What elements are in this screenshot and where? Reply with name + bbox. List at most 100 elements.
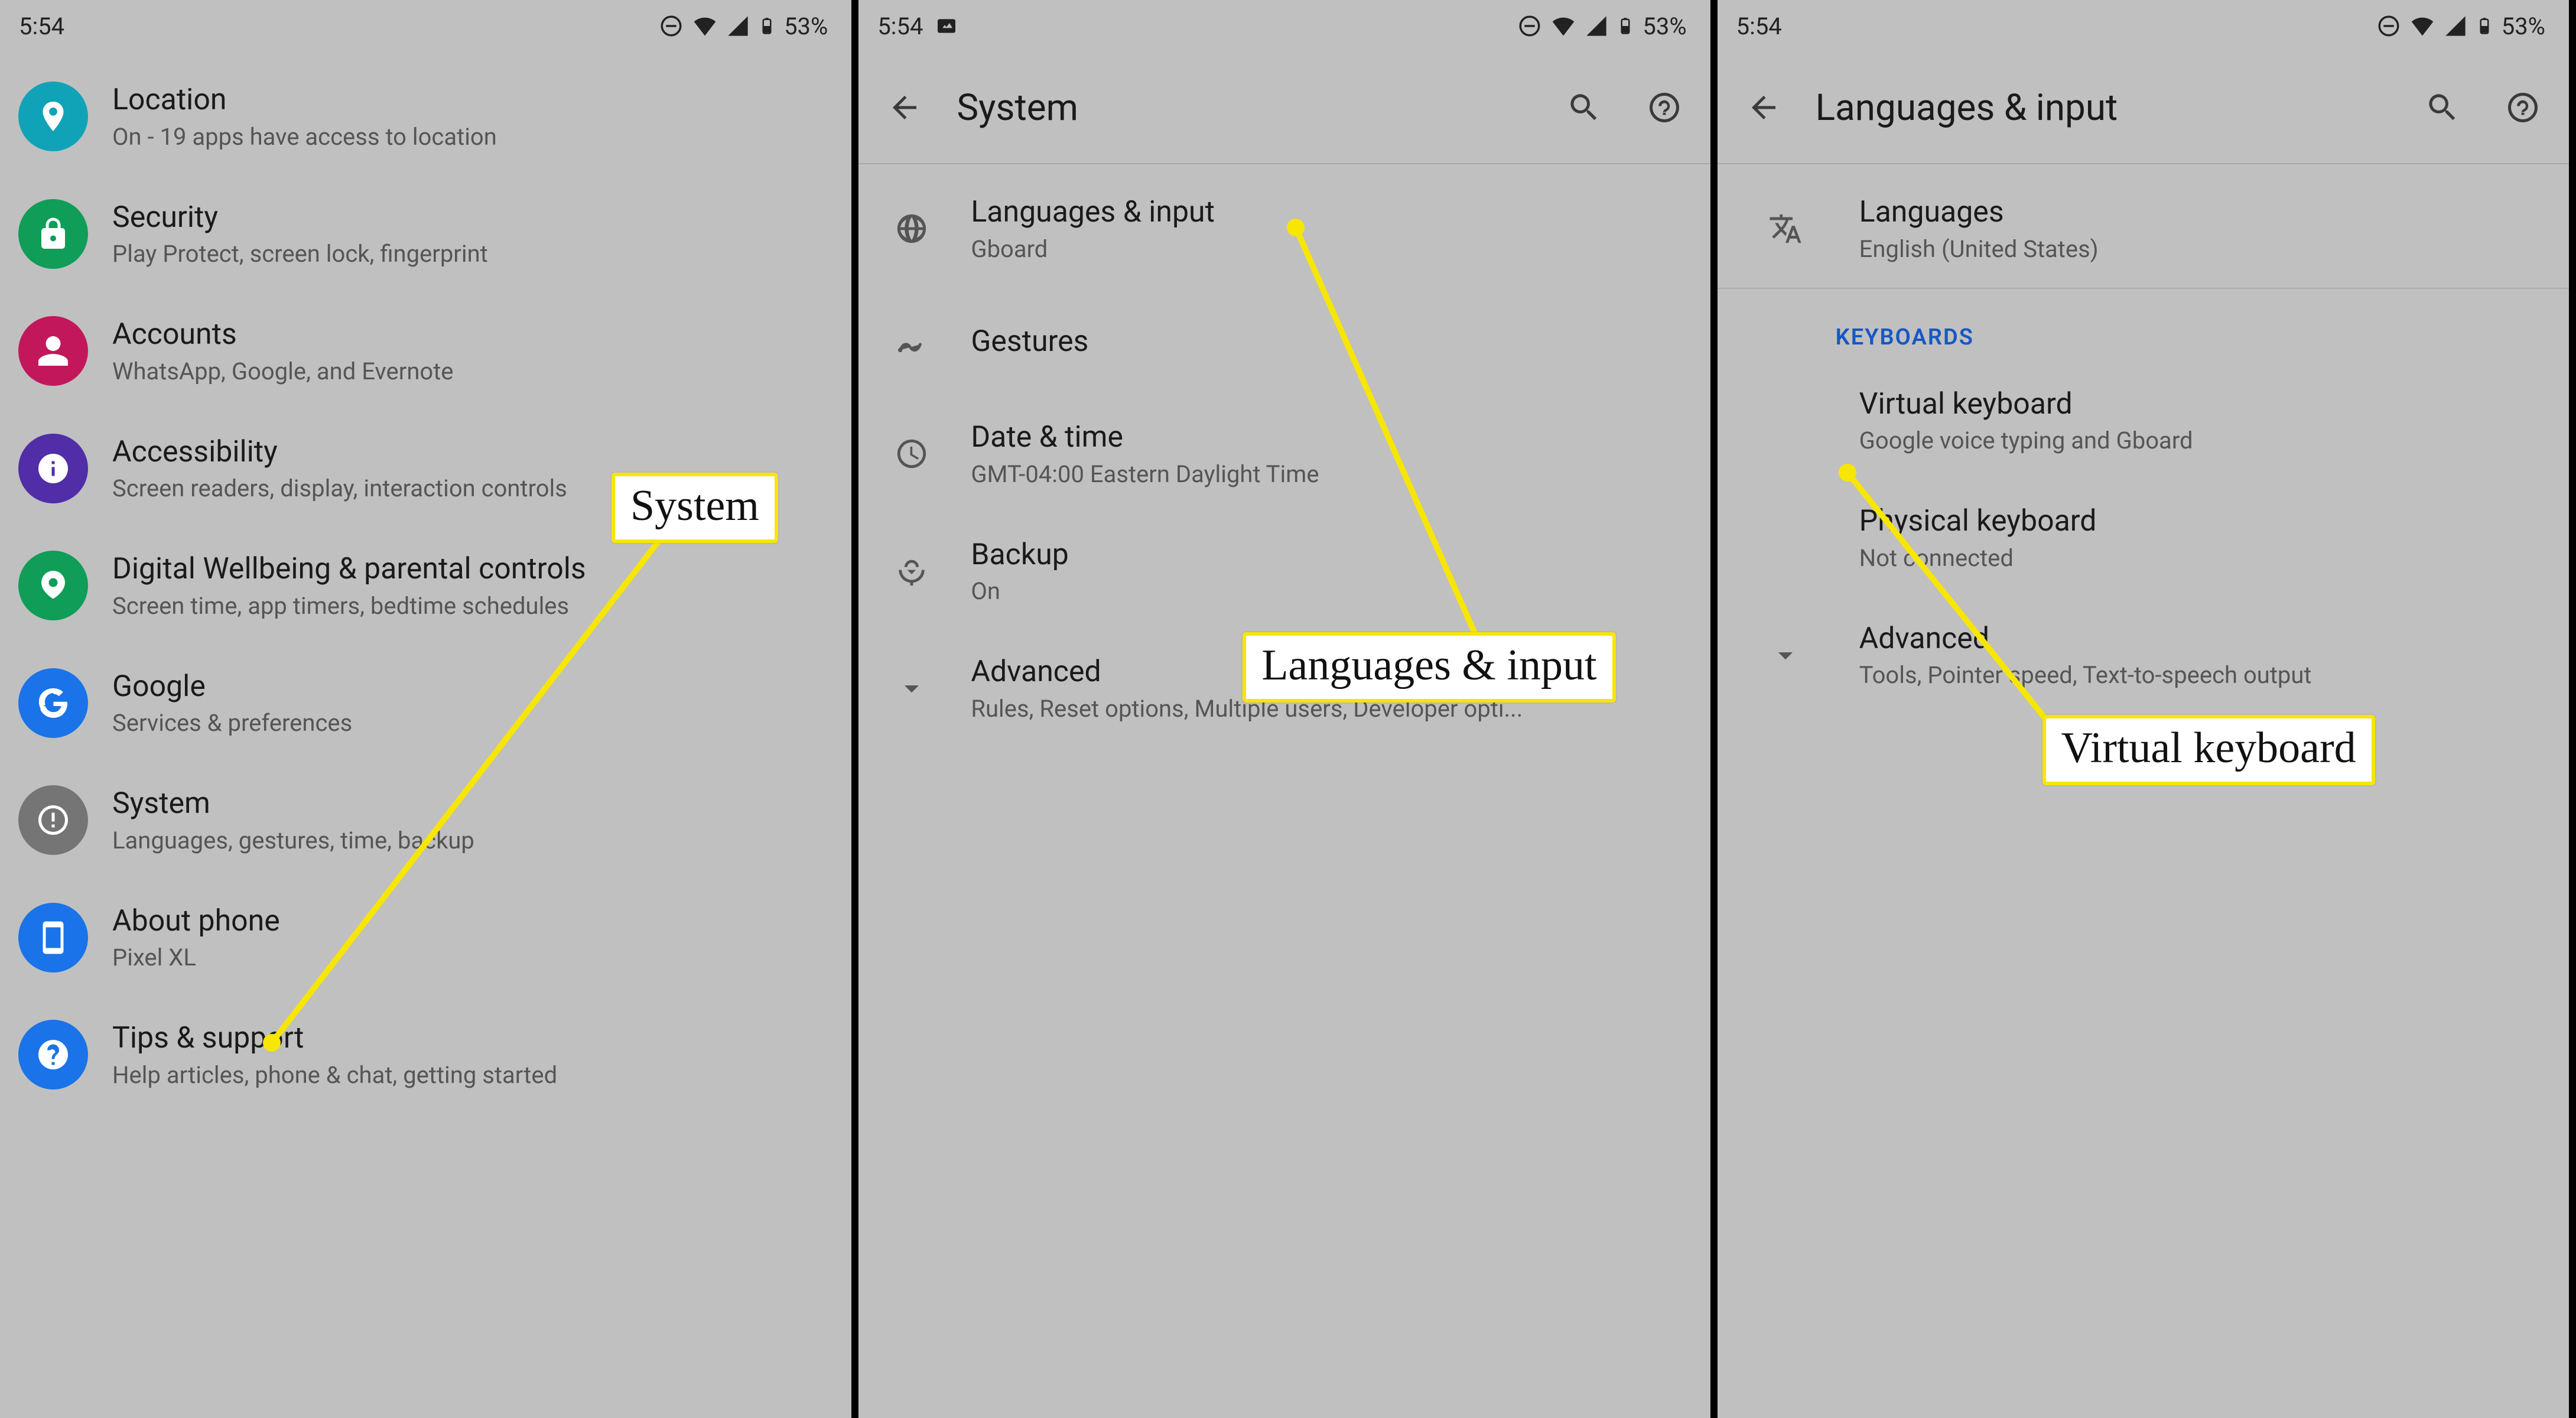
row-icon bbox=[18, 1020, 89, 1089]
battery-icon bbox=[758, 13, 776, 39]
dnd-icon bbox=[2376, 14, 2401, 38]
list-item[interactable]: Security Play Protect, screen lock, fing… bbox=[0, 175, 851, 293]
item-subtitle: On - 19 apps have access to location bbox=[112, 122, 497, 152]
item-title: Date & time bbox=[971, 419, 1319, 456]
item-title: Backup bbox=[971, 536, 1069, 574]
item-subtitle: Google voice typing and Gboard bbox=[1859, 426, 2193, 456]
cell-icon bbox=[726, 14, 750, 38]
list-item[interactable]: Gestures bbox=[858, 288, 1710, 396]
status-bar: 5:54 53% bbox=[858, 0, 1710, 52]
status-bar: 5:54 53% bbox=[1718, 0, 2569, 52]
list-item[interactable]: Advanced Rules, Reset options, Multiple … bbox=[858, 630, 1710, 747]
item-title: Advanced bbox=[1859, 620, 2312, 658]
row-icon bbox=[876, 554, 947, 588]
item-title: About phone bbox=[112, 903, 280, 940]
list-item[interactable]: About phone Pixel XL bbox=[0, 879, 851, 997]
row-icon bbox=[18, 82, 89, 151]
status-time: 5:54 bbox=[877, 12, 923, 40]
list-item[interactable]: Languages & input Gboard bbox=[858, 170, 1710, 288]
app-bar: Languages & input bbox=[1718, 52, 2569, 164]
callout-virtual-keyboard: Virtual keyboard bbox=[2042, 715, 2375, 785]
list-item[interactable]: Tips & support Help articles, phone & ch… bbox=[0, 996, 851, 1114]
section-header-keyboards: KEYBOARDS bbox=[1718, 289, 2569, 362]
row-icon bbox=[876, 212, 947, 246]
list-item-languages[interactable]: Languages English (United States) bbox=[1718, 170, 2569, 288]
item-title: System bbox=[112, 785, 474, 822]
row-icon bbox=[18, 199, 89, 269]
list-item[interactable]: Location On - 19 apps have access to loc… bbox=[0, 58, 851, 175]
item-title: Languages & input bbox=[971, 194, 1215, 231]
item-subtitle: Help articles, phone & chat, getting sta… bbox=[112, 1061, 557, 1090]
row-icon bbox=[18, 551, 89, 620]
item-subtitle: On bbox=[971, 577, 1069, 606]
help-button[interactable] bbox=[2494, 79, 2551, 136]
status-bar: 5:54 53% bbox=[0, 0, 851, 52]
dnd-icon bbox=[1517, 14, 1542, 38]
languages-input-screen: 5:54 53% Languages & input Languages Eng… bbox=[1718, 0, 2576, 1418]
list-item[interactable]: Accounts WhatsApp, Google, and Evernote bbox=[0, 292, 851, 410]
settings-list: Location On - 19 apps have access to loc… bbox=[0, 52, 851, 1114]
row-icon bbox=[18, 785, 89, 855]
status-battery: 53% bbox=[1642, 12, 1686, 40]
back-button[interactable] bbox=[1735, 79, 1792, 136]
wifi-icon bbox=[2409, 13, 2435, 39]
item-subtitle: GMT-04:00 Eastern Daylight Time bbox=[971, 460, 1319, 489]
row-icon bbox=[18, 903, 89, 973]
status-battery: 53% bbox=[784, 12, 828, 40]
item-subtitle: Screen readers, display, interaction con… bbox=[112, 474, 567, 503]
item-subtitle: WhatsApp, Google, and Evernote bbox=[112, 357, 454, 386]
item-title: Digital Wellbeing & parental controls bbox=[112, 551, 586, 588]
item-subtitle: Services & preferences bbox=[112, 708, 352, 738]
item-title: Location bbox=[112, 82, 497, 119]
battery-icon bbox=[1616, 13, 1634, 39]
back-button[interactable] bbox=[876, 79, 933, 136]
status-time: 5:54 bbox=[1736, 12, 1782, 40]
item-title: Security bbox=[112, 199, 488, 236]
item-subtitle: Pixel XL bbox=[112, 943, 280, 973]
battery-icon bbox=[2476, 13, 2493, 39]
cell-icon bbox=[2444, 14, 2467, 38]
wifi-icon bbox=[692, 13, 718, 39]
row-icon bbox=[18, 316, 89, 386]
item-title: Virtual keyboard bbox=[1859, 386, 2193, 423]
wifi-icon bbox=[1550, 13, 1576, 39]
item-title: Accessibility bbox=[112, 434, 567, 471]
search-button[interactable] bbox=[1556, 79, 1612, 136]
list-item-physical-keyboard[interactable]: Physical keyboard Not connected bbox=[1718, 479, 2569, 597]
system-screen: 5:54 53% System Languages & input Gboard… bbox=[858, 0, 1717, 1418]
status-battery: 53% bbox=[2502, 12, 2545, 40]
list-item[interactable]: Date & time GMT-04:00 Eastern Daylight T… bbox=[858, 395, 1710, 513]
item-title: Physical keyboard bbox=[1859, 503, 2097, 540]
item-subtitle: Tools, Pointer speed, Text-to-speech out… bbox=[1859, 661, 2312, 690]
app-bar: System bbox=[858, 52, 1710, 164]
item-subtitle: English (United States) bbox=[1859, 235, 2099, 264]
chevron-down-icon bbox=[1735, 638, 1836, 672]
list-item[interactable]: Google Services & preferences bbox=[0, 645, 851, 762]
item-title: Gestures bbox=[971, 323, 1088, 360]
translate-icon bbox=[1735, 212, 1836, 246]
item-subtitle: Not connected bbox=[1859, 544, 2097, 573]
item-subtitle: Gboard bbox=[971, 235, 1215, 264]
item-subtitle: Screen time, app timers, bedtime schedul… bbox=[112, 591, 586, 621]
search-button[interactable] bbox=[2414, 79, 2471, 136]
row-icon bbox=[876, 324, 947, 359]
item-title: Languages bbox=[1859, 194, 2099, 231]
cell-icon bbox=[1585, 14, 1608, 38]
item-subtitle: Play Protect, screen lock, fingerprint bbox=[112, 239, 488, 269]
dnd-icon bbox=[659, 14, 684, 38]
help-button[interactable] bbox=[1636, 79, 1693, 136]
list-item-virtual-keyboard[interactable]: Virtual keyboard Google voice typing and… bbox=[1718, 362, 2569, 480]
item-title: Google bbox=[112, 668, 352, 705]
list-item[interactable]: Backup On bbox=[858, 513, 1710, 630]
settings-screen: 5:54 53% Location On - 19 apps have acce… bbox=[0, 0, 858, 1418]
page-title: Languages & input bbox=[1816, 86, 2390, 129]
list-item[interactable]: Digital Wellbeing & parental controls Sc… bbox=[0, 527, 851, 645]
list-item[interactable]: System Languages, gestures, time, backup bbox=[0, 762, 851, 879]
system-list: Languages & input Gboard Gestures Date &… bbox=[858, 164, 1710, 747]
item-title: Accounts bbox=[112, 316, 454, 353]
status-time: 5:54 bbox=[19, 12, 64, 40]
row-icon bbox=[18, 434, 89, 503]
item-title: Tips & support bbox=[112, 1020, 557, 1057]
list-item[interactable]: Accessibility Screen readers, display, i… bbox=[0, 410, 851, 528]
list-item-advanced[interactable]: Advanced Tools, Pointer speed, Text-to-s… bbox=[1718, 597, 2569, 714]
